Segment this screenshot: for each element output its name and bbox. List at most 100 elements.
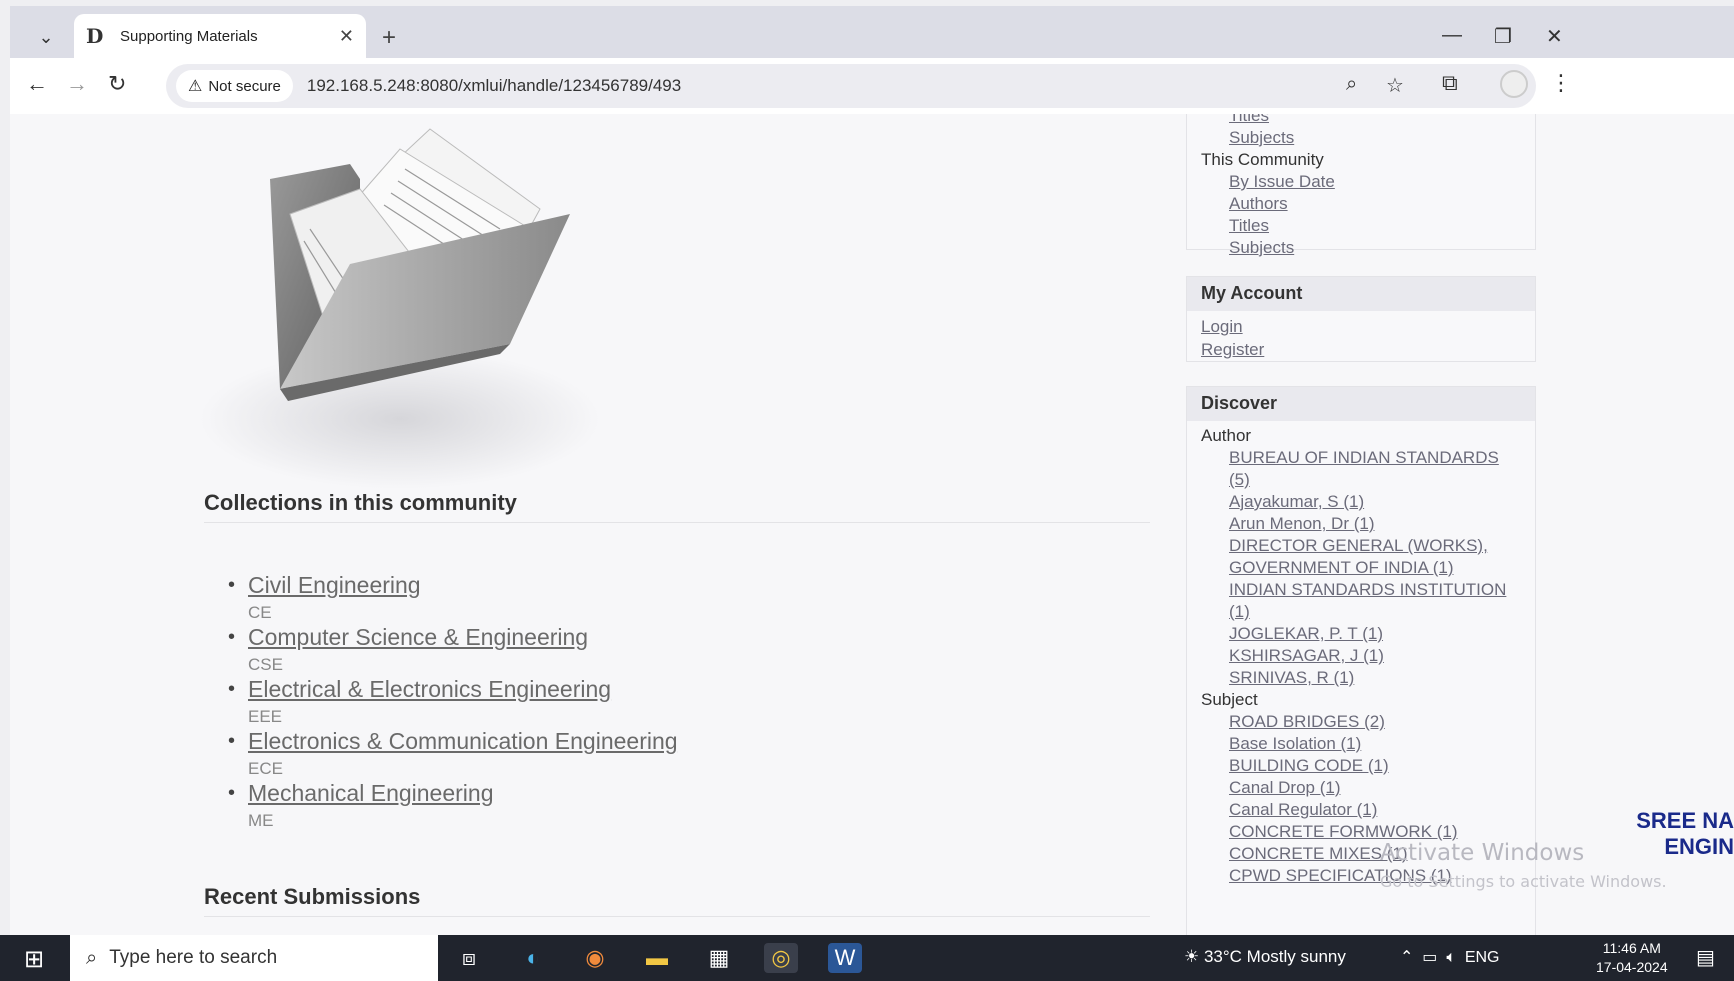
author-facet-link[interactable]: JOGLEKAR, P. T (1) [1201,623,1521,645]
recent-submissions-heading: Recent Submissions [204,884,1150,917]
word-icon[interactable]: W [828,943,862,973]
discover-heading: Discover [1187,387,1535,421]
collection-abbr: CE [248,603,272,622]
firefox-icon[interactable]: ◉ [578,943,612,973]
author-facet-link[interactable]: (5) [1201,469,1521,491]
tab-supporting-materials[interactable]: D Supporting Materials ✕ [74,14,366,58]
security-label: Not secure [208,77,281,95]
taskbar-search-placeholder: Type here to search [109,947,278,968]
new-tab-button[interactable]: + [382,24,396,52]
community-authors-link[interactable]: Authors [1201,193,1521,215]
clock-time: 11:46 AM [1602,940,1661,956]
tab-title: Supporting Materials [120,27,258,45]
system-tray[interactable]: ⌃ ▭ 🔈︎ ENG [1400,947,1499,967]
restore-icon[interactable]: ❐ [1494,24,1512,49]
collection-abbr: CSE [248,655,283,674]
subject-facet-link[interactable]: Canal Regulator (1) [1201,799,1521,821]
community-subjects-link[interactable]: Subjects [1201,237,1521,259]
cropped-banner-text: SREE NA [1636,808,1734,833]
security-indicator[interactable]: ⚠ Not secure [176,70,293,102]
collection-link-cse[interactable]: Computer Science & Engineering [248,624,678,651]
browse-box: Titles Subjects This Community By Issue … [1186,114,1536,257]
my-account-heading: My Account [1187,277,1535,311]
browser-tab-strip: ⌄ D Supporting Materials ✕ + — ❐ ✕ [10,6,1734,58]
close-icon[interactable]: ✕ [339,26,354,47]
url-text[interactable]: 192.168.5.248:8080/xmlui/handle/12345678… [307,76,681,96]
store-icon[interactable]: ▦ [702,943,736,973]
taskbar-clock[interactable]: 11:46 AM 17-04-2024 [1596,939,1668,977]
author-facet-link[interactable]: DIRECTOR GENERAL (WORKS), [1201,535,1521,557]
dspace-favicon-icon: D [86,24,104,48]
author-facet-link[interactable]: (1) [1201,601,1521,623]
warning-triangle-icon: ⚠ [188,78,203,95]
author-facet-link[interactable]: INDIAN STANDARDS INSTITUTION [1201,579,1521,601]
minimize-icon[interactable]: — [1442,24,1462,47]
community-by-issue-date-link[interactable]: By Issue Date [1201,171,1521,193]
author-facet-link[interactable]: KSHIRSAGAR, J (1) [1201,645,1521,667]
collection-item: Electrical & Electronics Engineering EEE [228,676,678,728]
edge-browser-icon[interactable]: ◐ [516,943,550,973]
forward-arrow-icon[interactable]: → [66,71,88,97]
weather-widget[interactable]: ☀ 33°C Mostly sunny [1184,947,1346,967]
author-facet-label: Author [1201,426,1252,445]
activate-windows-watermark: Activate Windows [1380,840,1585,866]
chevron-up-icon[interactable]: ⌃ [1400,949,1413,966]
profile-avatar[interactable] [1500,70,1528,98]
file-explorer-icon[interactable]: ▬ [640,943,674,973]
reload-icon[interactable]: ↻ [108,71,126,97]
search-icon: ⌕ [86,946,98,969]
subject-facet-link[interactable]: Base Isolation (1) [1201,733,1521,755]
language-indicator[interactable]: ENG [1465,949,1500,966]
login-link[interactable]: Login [1201,315,1521,338]
collection-link-ece[interactable]: Electronics & Communication Engineering [248,728,678,755]
collection-item: Civil Engineering CE [228,572,678,624]
community-titles-link[interactable]: Titles [1201,215,1521,237]
author-facet-link[interactable]: BUREAU OF INDIAN STANDARDS [1201,447,1521,469]
zoom-icon[interactable]: ⌕ [1346,73,1357,96]
collection-abbr: ECE [248,759,283,778]
bookmark-star-icon[interactable]: ☆ [1386,73,1404,98]
browser-toolbar: ← → ↻ ⚠ Not secure 192.168.5.248:8080/xm… [10,58,1734,114]
weather-text: 33°C Mostly sunny [1203,947,1346,966]
collection-link-civil[interactable]: Civil Engineering [248,572,678,599]
more-menu-icon[interactable]: ⋮ [1550,70,1572,96]
tab-search-button[interactable]: ⌄ [24,20,68,54]
collection-abbr: EEE [248,707,283,726]
collection-item: Mechanical Engineering ME [228,780,678,832]
author-facet-link[interactable]: Arun Menon, Dr (1) [1201,513,1521,535]
task-view-icon[interactable]: ⧈ [452,943,486,973]
volume-icon[interactable]: 🔈︎ [1446,949,1456,966]
subject-facet-link[interactable]: Canal Drop (1) [1201,777,1521,799]
subject-facet-link[interactable]: BUILDING CODE (1) [1201,755,1521,777]
cropped-banner-text: ENGIN [1664,834,1734,859]
subject-facet-label: Subject [1201,690,1258,709]
collection-item: Computer Science & Engineering CSE [228,624,678,676]
author-facet-link[interactable]: Ajayakumar, S (1) [1201,491,1521,513]
collections-heading: Collections in this community [204,490,1150,523]
author-facet-link[interactable]: GOVERNMENT OF INDIA (1) [1201,557,1521,579]
extensions-puzzle-icon[interactable]: ⧉ [1442,70,1458,96]
window-close-icon[interactable]: ✕ [1546,24,1563,49]
this-community-label: This Community [1201,150,1324,169]
subject-facet-link[interactable]: ROAD BRIDGES (2) [1201,711,1521,733]
back-arrow-icon[interactable]: ← [26,71,48,97]
author-facet-link[interactable]: SRINIVAS, R (1) [1201,667,1521,689]
community-folder-image [200,128,600,489]
browse-all-titles-link[interactable]: Titles [1201,114,1521,127]
collection-link-mech[interactable]: Mechanical Engineering [248,780,678,807]
address-bar[interactable]: ⚠ Not secure 192.168.5.248:8080/xmlui/ha… [166,64,1536,108]
collection-item: Electronics & Communication Engineering … [228,728,678,780]
register-link[interactable]: Register [1201,338,1521,361]
notification-icon[interactable]: ▤ [1696,945,1715,970]
taskbar-search-box[interactable]: ⌕ Type here to search [70,935,438,981]
collection-link-eee[interactable]: Electrical & Electronics Engineering [248,676,678,703]
sun-icon: ☀ [1184,947,1204,966]
collections-list: Civil Engineering CE Computer Science & … [228,572,678,832]
activate-windows-subtext: Go to Settings to activate Windows. [1380,872,1667,891]
chrome-icon[interactable]: ◎ [764,943,798,973]
collection-abbr: ME [248,811,274,830]
browse-all-subjects-link[interactable]: Subjects [1201,127,1521,149]
network-icon[interactable]: ▭ [1422,949,1437,966]
my-account-box: My Account Login Register [1186,276,1536,362]
windows-start-icon[interactable]: ⊞ [24,945,44,974]
